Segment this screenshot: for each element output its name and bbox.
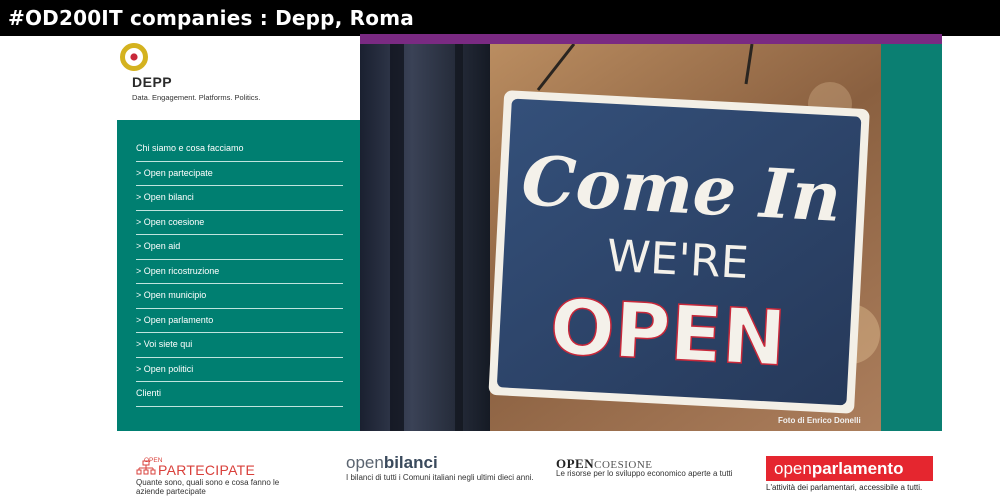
sign-line-open: OPEN xyxy=(548,282,788,383)
nav-item-clienti[interactable]: Clienti xyxy=(136,382,343,407)
hero-accent-strip xyxy=(360,34,942,44)
openpartecipate-desc: Quante sono, quali sono e cosa fanno le … xyxy=(136,478,280,496)
nav-item-voi-siete-qui[interactable]: > Voi siete qui xyxy=(136,333,343,358)
nav-item-open-parlamento[interactable]: > Open parlamento xyxy=(136,309,343,333)
sidebar-nav: Chi siamo e cosa facciamo > Open parteci… xyxy=(117,120,360,431)
brand-tagline: Data. Engagement. Platforms. Politics. xyxy=(132,93,261,102)
partner-logos: OPEN PARTECIPATE Quante sono, quali sono… xyxy=(0,450,1000,504)
openbilanci-name-light: open xyxy=(346,453,384,472)
openpartecipate-name: PARTECIPATE xyxy=(158,462,256,478)
nav-item-chi-siamo[interactable]: Chi siamo e cosa facciamo xyxy=(136,137,343,162)
open-sign-photo: Come In WE'RE OPEN xyxy=(360,44,942,431)
openparlamento-desc: L'attività dei parlamentari, accessibile… xyxy=(766,483,923,492)
hero-image: Come In WE'RE OPEN Foto di Enrico Donell… xyxy=(360,34,942,431)
openbilanci-name-bold: bilanci xyxy=(383,453,438,472)
opencoesione-desc: Le risorse per lo sviluppo economico ape… xyxy=(556,469,733,478)
nav-item-open-aid[interactable]: > Open aid xyxy=(136,235,343,260)
slide-title: #OD200IT companies : Depp, Roma xyxy=(0,0,1000,36)
openbilanci-name: openbilanci xyxy=(346,453,438,473)
openparlamento-logo: openparlamento xyxy=(766,456,933,481)
slide: #OD200IT companies : Depp, Roma DEPP Dat… xyxy=(0,0,1000,504)
nav-menu: Chi siamo e cosa facciamo > Open parteci… xyxy=(136,137,343,407)
sign-line-were: WE'RE xyxy=(606,231,750,289)
nav-item-open-ricostruzione[interactable]: > Open ricostruzione xyxy=(136,260,343,284)
org-chart-icon xyxy=(136,460,156,475)
openparlamento-name-bold: parlamento xyxy=(811,459,904,478)
hero-teal-panel xyxy=(881,44,942,431)
openbilanci-desc: I bilanci di tutti i Comuni italiani neg… xyxy=(346,473,534,482)
nav-item-open-partecipate[interactable]: > Open partecipate xyxy=(136,162,343,186)
nav-item-open-coesione[interactable]: > Open coesione xyxy=(136,211,343,235)
site-header: DEPP Data. Engagement. Platforms. Politi… xyxy=(117,36,360,120)
brand-name[interactable]: DEPP xyxy=(132,74,172,90)
sign-line-come-in: Come In xyxy=(520,141,843,238)
nav-item-open-bilanci[interactable]: > Open bilanci xyxy=(136,186,343,211)
photo-credit: Foto di Enrico Donelli xyxy=(778,416,861,425)
nav-item-open-politici[interactable]: > Open politici xyxy=(136,358,343,382)
target-ring-icon[interactable] xyxy=(119,42,149,72)
openparlamento-name-light: open xyxy=(774,459,812,478)
nav-item-open-municipio[interactable]: > Open municipio xyxy=(136,284,343,309)
